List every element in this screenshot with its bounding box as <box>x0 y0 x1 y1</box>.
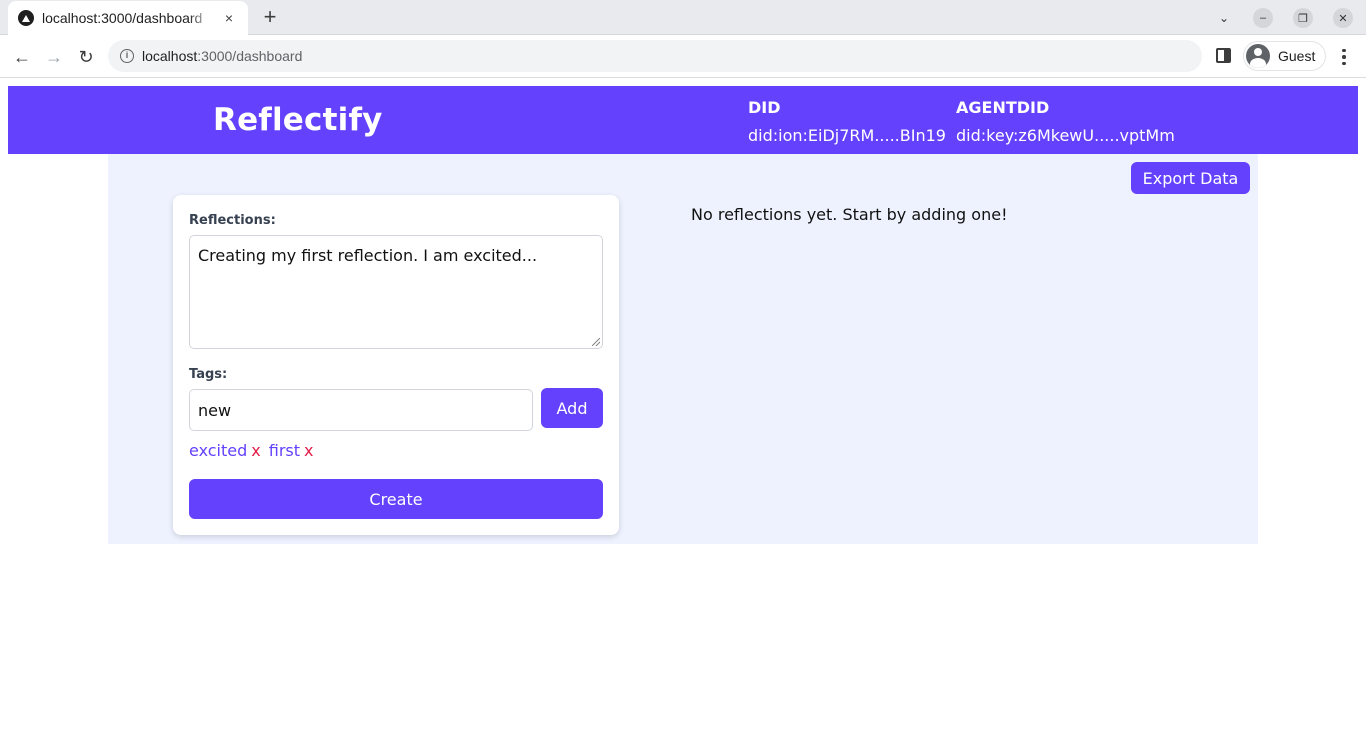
minimize-button[interactable]: – <box>1253 8 1273 28</box>
reflection-text: Creating my first reflection. I am excit… <box>198 246 538 265</box>
export-data-button[interactable]: Export Data <box>1131 162 1250 194</box>
url-path: :3000/dashboard <box>197 48 303 64</box>
brand-title: Reflectify <box>213 102 383 138</box>
side-panel-icon[interactable] <box>1216 48 1231 63</box>
tag-label: excited <box>189 441 248 460</box>
add-tag-button[interactable]: Add <box>541 388 603 428</box>
main-content: Export Data No reflections yet. Start by… <box>108 154 1258 544</box>
tag-input[interactable]: new <box>189 389 533 431</box>
agent-did-value: did:key:z6MkewU.....vptMm <box>956 126 1175 145</box>
empty-reflections-message: No reflections yet. Start by adding one! <box>691 205 1008 224</box>
tag-label: first <box>268 441 300 460</box>
restore-button[interactable]: ❐ <box>1293 8 1313 28</box>
did-block: DID did:ion:EiDj7RM.....BIn19 <box>748 98 946 145</box>
tag-input-value: new <box>198 400 232 420</box>
profile-button[interactable]: Guest <box>1243 41 1326 71</box>
tab-close-icon[interactable]: × <box>220 9 238 27</box>
reflection-form-card: Reflections: Creating my first reflectio… <box>173 195 619 535</box>
avatar-icon <box>1246 44 1270 68</box>
close-window-button[interactable]: ✕ <box>1333 8 1353 28</box>
browser-toolbar: ← → ↻ i localhost:3000/dashboard Guest <box>0 35 1366 78</box>
agent-did-label: AGENTDID <box>956 98 1050 117</box>
browser-tab[interactable]: localhost:3000/dashboard × <box>8 1 248 35</box>
remove-tag-button[interactable]: x <box>304 441 313 460</box>
resize-handle-icon[interactable] <box>592 338 600 346</box>
tab-search-icon[interactable]: ⌄ <box>1214 8 1234 28</box>
tags-label: Tags: <box>189 367 228 382</box>
reload-icon[interactable]: ↻ <box>74 45 98 69</box>
forward-arrow-icon[interactable]: → <box>42 45 66 69</box>
tag-item: first x <box>269 441 314 460</box>
did-label: DID <box>748 98 781 117</box>
favicon-icon <box>18 10 34 26</box>
new-tab-button[interactable]: + <box>258 5 282 29</box>
address-bar[interactable]: i localhost:3000/dashboard <box>108 40 1202 72</box>
did-value: did:ion:EiDj7RM.....BIn19 <box>748 126 946 145</box>
site-info-icon[interactable]: i <box>120 49 134 63</box>
back-arrow-icon[interactable]: ← <box>10 45 34 69</box>
app-header: Reflectify DID did:ion:EiDj7RM.....BIn19… <box>8 86 1358 154</box>
reflections-label: Reflections: <box>189 213 276 228</box>
reflection-textarea[interactable]: Creating my first reflection. I am excit… <box>189 235 603 349</box>
more-menu-icon[interactable] <box>1336 47 1352 67</box>
tag-list: excited x first x <box>189 441 313 460</box>
create-button[interactable]: Create <box>189 479 603 519</box>
remove-tag-button[interactable]: x <box>251 441 260 460</box>
agent-did-block: AGENTDID did:key:z6MkewU.....vptMm <box>956 98 1175 145</box>
tab-title: localhost:3000/dashboard <box>42 10 203 26</box>
profile-label: Guest <box>1278 48 1316 64</box>
browser-tab-strip: localhost:3000/dashboard × + ⌄ – ❐ ✕ <box>0 0 1366 35</box>
tag-item: excited x <box>189 441 261 460</box>
url-host: localhost <box>142 48 198 64</box>
